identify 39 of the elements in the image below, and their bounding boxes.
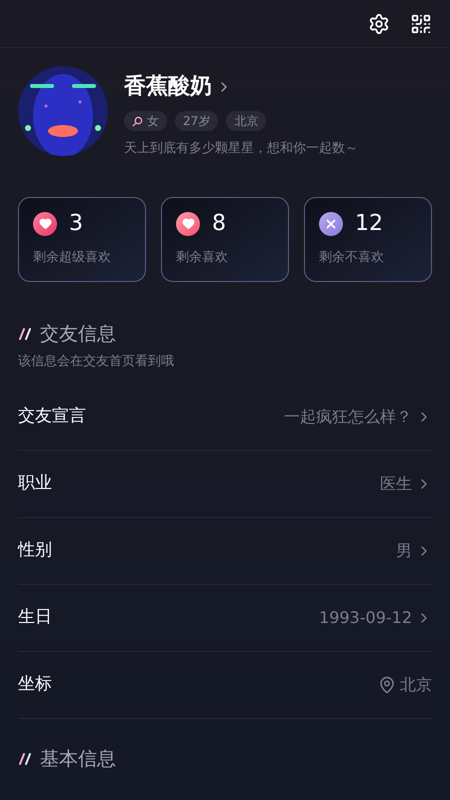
stat-label: 剩余不喜欢 bbox=[319, 248, 385, 266]
row-label: 职业 bbox=[18, 472, 52, 495]
row-value: 医生 bbox=[380, 472, 412, 494]
slash-icon bbox=[18, 328, 32, 340]
female-icon bbox=[132, 116, 143, 126]
bio-text: 天上到底有多少颗星星，想和你一起数～ bbox=[124, 140, 358, 158]
profile-tag: 27岁 bbox=[175, 111, 218, 131]
info-row[interactable]: 坐标 北京 bbox=[18, 652, 432, 718]
row-value: 一起疯狂怎么样？ bbox=[284, 406, 412, 428]
info-row[interactable]: 职业 医生 bbox=[18, 450, 432, 518]
stat-count: 8 bbox=[212, 212, 226, 234]
profile-tag: 北京 bbox=[226, 111, 266, 131]
section-title: 交友信息 bbox=[40, 322, 116, 346]
stat-card[interactable]: 12 剩余不喜欢 bbox=[304, 196, 432, 282]
location-icon bbox=[378, 676, 396, 694]
close-icon bbox=[319, 212, 343, 236]
stat-count: 3 bbox=[69, 212, 83, 234]
section-subtitle: 该信息会在交友首页看到哦 bbox=[18, 353, 175, 371]
row-label: 交友宣言 bbox=[18, 404, 86, 428]
row-value: 1993-09-12 bbox=[319, 606, 412, 628]
row-value: 男 bbox=[396, 540, 412, 562]
qr-code-button[interactable] bbox=[410, 12, 432, 34]
row-label: 性别 bbox=[18, 538, 52, 562]
profile-name-link[interactable]: 香蕉酸奶 bbox=[124, 70, 358, 103]
row-label: 坐标 bbox=[18, 672, 52, 696]
stat-label: 剩余喜欢 bbox=[176, 248, 229, 266]
info-row[interactable]: 交友宣言 一起疯狂怎么样？ bbox=[18, 384, 432, 450]
settings-button[interactable] bbox=[368, 12, 390, 34]
profile-tag: 女 bbox=[124, 111, 167, 131]
slash-icon bbox=[18, 752, 32, 765]
info-row[interactable]: 生日 1993-09-12 bbox=[18, 584, 432, 652]
stat-label: 剩余超级喜欢 bbox=[33, 248, 112, 266]
stat-count: 12 bbox=[355, 212, 383, 234]
row-value: 北京 bbox=[400, 674, 432, 696]
section-title: 基本信息 bbox=[40, 746, 116, 772]
row-label: 生日 bbox=[18, 606, 52, 629]
stat-card[interactable]: 8 剩余喜欢 bbox=[161, 196, 289, 282]
info-row[interactable]: 性别 男 bbox=[18, 518, 432, 584]
stat-card[interactable]: 3 剩余超级喜欢 bbox=[18, 196, 146, 282]
